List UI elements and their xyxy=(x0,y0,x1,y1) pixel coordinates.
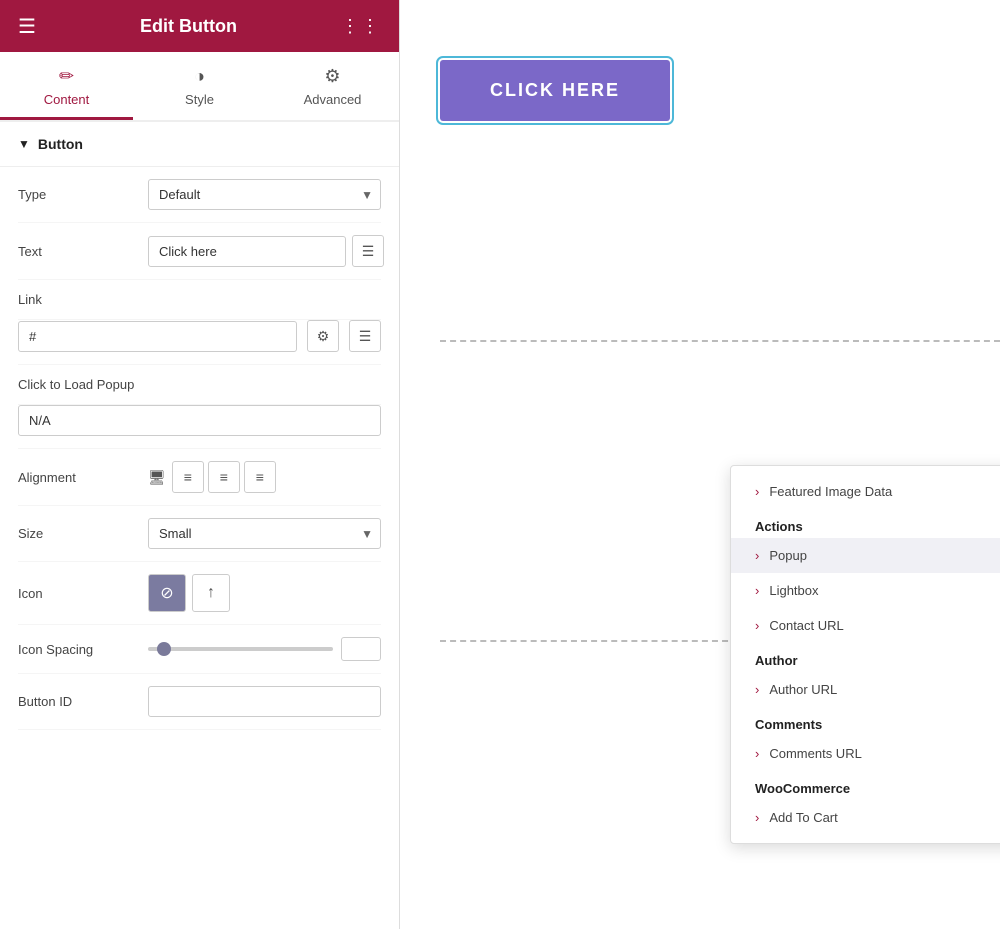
style-tab-icon: ◑ xyxy=(194,66,205,87)
button-form: Type Default Info Success Warning Danger… xyxy=(0,167,399,730)
icon-upload-btn[interactable]: ↑ xyxy=(192,574,230,612)
icon-control: ⊘ ↑ xyxy=(148,574,381,612)
monitor-icon: 🖥 xyxy=(148,469,166,486)
dropdown-item-author-url[interactable]: › Author URL xyxy=(731,672,1000,707)
size-select[interactable]: Small Medium Large Extra Large xyxy=(148,518,381,549)
sidebar: ☰ Edit Button ⋮⋮ ✏ Content ◑ Style ⚙ Adv… xyxy=(0,0,400,929)
link-dynamic-btn[interactable]: ☰ xyxy=(349,320,381,352)
hamburger-icon[interactable]: ☰ xyxy=(18,14,36,39)
text-row: Text ☰ xyxy=(18,223,381,280)
section-collapse-arrow: ▼ xyxy=(18,137,30,151)
link-dropdown-popup: › Featured Image Data Actions › Popup › … xyxy=(730,465,1000,844)
dropdown-item-comments-url[interactable]: › Comments URL xyxy=(731,736,1000,771)
comments-url-arrow: › xyxy=(755,746,759,761)
button-id-control xyxy=(148,686,381,717)
featured-image-arrow: › xyxy=(755,484,759,499)
dashed-line-1 xyxy=(440,340,1000,342)
text-label: Text xyxy=(18,244,138,259)
popup-input[interactable] xyxy=(18,405,381,436)
tabs-container: ✏ Content ◑ Style ⚙ Advanced xyxy=(0,52,399,122)
author-url-arrow: › xyxy=(755,682,759,697)
popup-input-row xyxy=(18,405,381,449)
icon-label: Icon xyxy=(18,586,138,601)
dropdown-item-featured-image[interactable]: › Featured Image Data xyxy=(731,474,1000,509)
text-dynamic-btn[interactable]: ☰ xyxy=(352,235,384,267)
link-label: Link xyxy=(18,292,138,307)
tab-advanced[interactable]: ⚙ Advanced xyxy=(266,52,399,120)
icon-none-btn[interactable]: ⊘ xyxy=(148,574,186,612)
size-label: Size xyxy=(18,526,138,541)
featured-image-label: Featured Image Data xyxy=(769,484,892,499)
tab-advanced-label: Advanced xyxy=(304,92,362,107)
dropdown-section-actions: Actions xyxy=(731,509,1000,538)
tab-style[interactable]: ◑ Style xyxy=(133,52,266,120)
popup-arrow: › xyxy=(755,548,759,563)
lightbox-arrow: › xyxy=(755,583,759,598)
dropdown-section-woocommerce: WooCommerce xyxy=(731,771,1000,800)
icon-spacing-row: Icon Spacing xyxy=(18,625,381,674)
link-row: Link xyxy=(18,280,381,320)
advanced-tab-icon: ⚙ xyxy=(324,66,340,87)
tab-content[interactable]: ✏ Content xyxy=(0,52,133,120)
size-row: Size Small Medium Large Extra Large ▼ xyxy=(18,506,381,562)
dropdown-item-contact-url[interactable]: › Contact URL xyxy=(731,608,1000,643)
sidebar-title: Edit Button xyxy=(140,16,237,37)
icon-spacing-slider[interactable] xyxy=(148,647,333,651)
button-id-row: Button ID xyxy=(18,674,381,730)
size-control: Small Medium Large Extra Large ▼ xyxy=(148,518,381,549)
contact-url-arrow: › xyxy=(755,618,759,633)
sidebar-header: ☰ Edit Button ⋮⋮ xyxy=(0,0,399,52)
dropdown-item-add-to-cart[interactable]: › Add To Cart xyxy=(731,800,1000,835)
alignment-row: Alignment 🖥 ≡ ≡ ≡ xyxy=(18,449,381,506)
preview-button[interactable]: CLICK HERE xyxy=(440,60,670,121)
button-id-input[interactable] xyxy=(148,686,381,717)
dropdown-section-comments: Comments xyxy=(731,707,1000,736)
button-id-label: Button ID xyxy=(18,694,138,709)
icon-row: Icon ⊘ ↑ xyxy=(18,562,381,625)
align-left-btn[interactable]: ≡ xyxy=(172,461,204,493)
icon-spacing-label: Icon Spacing xyxy=(18,642,138,657)
dropdown-item-popup[interactable]: › Popup xyxy=(731,538,1000,573)
align-center-btn[interactable]: ≡ xyxy=(208,461,240,493)
type-label: Type xyxy=(18,187,138,202)
add-to-cart-label: Add To Cart xyxy=(769,810,837,825)
dropdown-section-author: Author xyxy=(731,643,1000,672)
grid-icon[interactable]: ⋮⋮ xyxy=(341,16,381,37)
tab-style-label: Style xyxy=(185,92,214,107)
type-select-wrapper: Default Info Success Warning Danger ▼ xyxy=(148,179,381,210)
slider-wrap xyxy=(148,637,381,661)
link-settings-btn[interactable]: ⚙ xyxy=(307,320,339,352)
type-control: Default Info Success Warning Danger ▼ xyxy=(148,179,381,210)
canvas-area: CLICK HERE › Featured Image Data Actions… xyxy=(400,0,1000,929)
popup-row: Click to Load Popup xyxy=(18,365,381,405)
section-label: Button xyxy=(38,136,83,152)
alignment-control: 🖥 ≡ ≡ ≡ xyxy=(148,461,381,493)
popup-label: Click to Load Popup xyxy=(18,377,168,392)
align-right-btn[interactable]: ≡ xyxy=(244,461,276,493)
type-row: Type Default Info Success Warning Danger… xyxy=(18,167,381,223)
add-to-cart-arrow: › xyxy=(755,810,759,825)
text-input[interactable] xyxy=(148,236,346,267)
content-tab-icon: ✏ xyxy=(59,66,74,87)
button-section-header[interactable]: ▼ Button xyxy=(0,122,399,167)
lightbox-label: Lightbox xyxy=(769,583,818,598)
alignment-buttons: ≡ ≡ ≡ xyxy=(172,461,276,493)
author-url-label: Author URL xyxy=(769,682,837,697)
contact-url-label: Contact URL xyxy=(769,618,843,633)
size-select-wrapper: Small Medium Large Extra Large ▼ xyxy=(148,518,381,549)
icon-spacing-control xyxy=(148,637,381,661)
link-input-row: ⚙ ☰ xyxy=(18,320,381,365)
alignment-label: Alignment xyxy=(18,470,138,485)
type-select[interactable]: Default Info Success Warning Danger xyxy=(148,179,381,210)
text-control: ☰ xyxy=(148,235,384,267)
comments-url-label: Comments URL xyxy=(769,746,861,761)
icon-spacing-value[interactable] xyxy=(341,637,381,661)
dropdown-item-lightbox[interactable]: › Lightbox xyxy=(731,573,1000,608)
tab-content-label: Content xyxy=(44,92,90,107)
popup-item-label: Popup xyxy=(769,548,807,563)
link-input[interactable] xyxy=(18,321,297,352)
